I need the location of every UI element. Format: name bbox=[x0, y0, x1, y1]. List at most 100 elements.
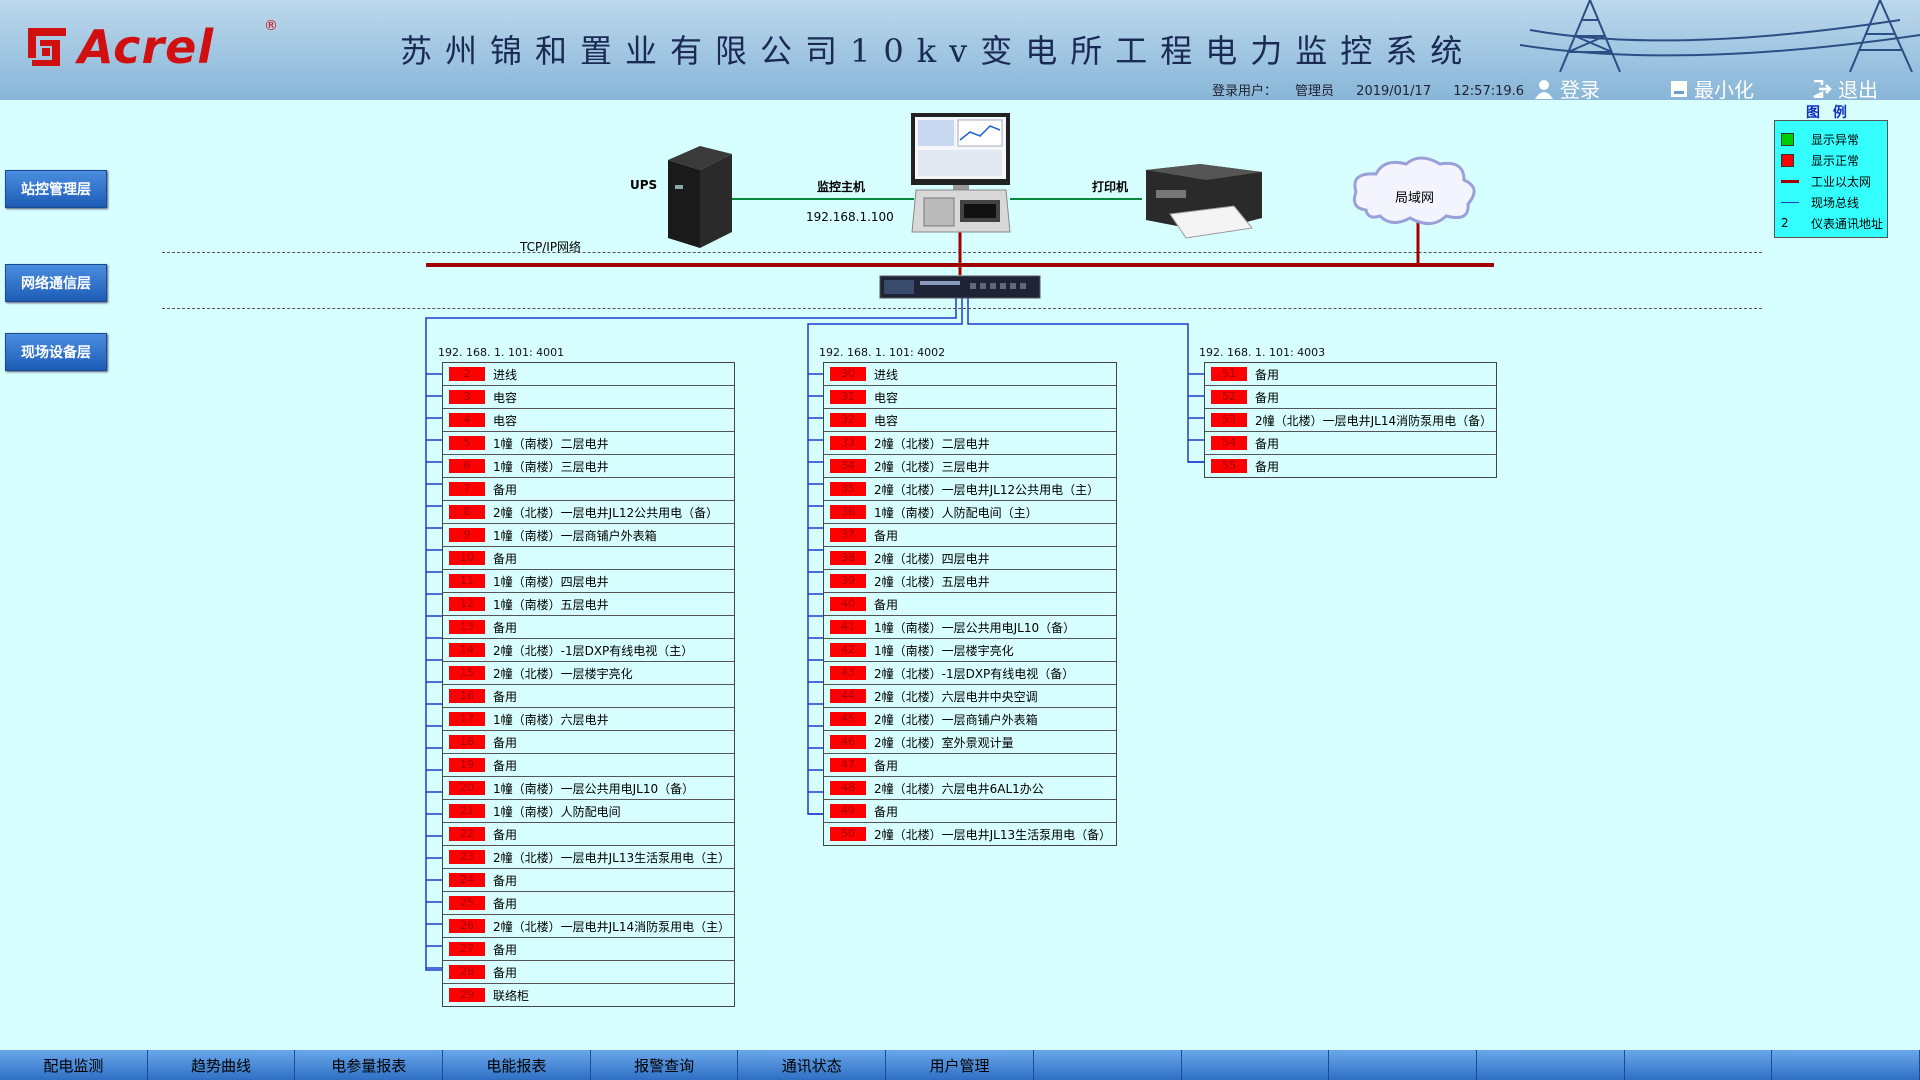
device-row[interactable]: 25 备用 bbox=[443, 892, 734, 915]
device-address-badge[interactable]: 45 bbox=[830, 712, 866, 726]
device-name[interactable]: 2幢（北楼）六层电井中央空调 bbox=[874, 688, 1038, 705]
device-row[interactable]: 38 2幢（北楼）四层电井 bbox=[824, 547, 1116, 570]
device-row[interactable]: 19 备用 bbox=[443, 754, 734, 777]
device-name[interactable]: 2幢（北楼）一层电井JL12公共用电（主） bbox=[874, 481, 1099, 498]
device-row[interactable]: 54 备用 bbox=[1205, 432, 1496, 455]
device-name[interactable]: 2幢（北楼）一层电井JL14消防泵用电（主） bbox=[493, 918, 730, 935]
device-name[interactable]: 1幢（南楼）一层楼宇亮化 bbox=[874, 642, 1014, 659]
device-name[interactable]: 备用 bbox=[493, 872, 517, 889]
device-address-badge[interactable]: 7 bbox=[449, 482, 485, 496]
device-row[interactable]: 22 备用 bbox=[443, 823, 734, 846]
device-name[interactable]: 2幢（北楼）一层电井JL13生活泵用电（备） bbox=[874, 826, 1111, 843]
device-address-badge[interactable]: 37 bbox=[830, 528, 866, 542]
device-address-badge[interactable]: 10 bbox=[449, 551, 485, 565]
device-row[interactable]: 39 2幢（北楼）五层电井 bbox=[824, 570, 1116, 593]
device-address-badge[interactable]: 11 bbox=[449, 574, 485, 588]
device-row[interactable]: 6 1幢（南楼）三层电井 bbox=[443, 455, 734, 478]
device-address-badge[interactable]: 2 bbox=[449, 367, 485, 381]
device-row[interactable]: 32 电容 bbox=[824, 409, 1116, 432]
device-row[interactable]: 51 备用 bbox=[1205, 363, 1496, 386]
device-name[interactable]: 2幢（北楼）二层电井 bbox=[874, 435, 990, 452]
device-name[interactable]: 1幢（南楼）人防配电间 bbox=[493, 803, 621, 820]
device-row[interactable]: 24 备用 bbox=[443, 869, 734, 892]
device-row[interactable]: 3 电容 bbox=[443, 386, 734, 409]
device-name[interactable]: 2幢（北楼）四层电井 bbox=[874, 550, 990, 567]
device-name[interactable]: 2幢（北楼）六层电井6AL1办公 bbox=[874, 780, 1044, 797]
device-name[interactable]: 电容 bbox=[874, 389, 898, 406]
device-row[interactable]: 47 备用 bbox=[824, 754, 1116, 777]
device-name[interactable]: 2幢（北楼）一层电井JL12公共用电（备） bbox=[493, 504, 718, 521]
device-address-badge[interactable]: 48 bbox=[830, 781, 866, 795]
device-address-badge[interactable]: 33 bbox=[830, 436, 866, 450]
device-name[interactable]: 2幢（北楼）五层电井 bbox=[874, 573, 990, 590]
device-address-badge[interactable]: 55 bbox=[1211, 459, 1247, 473]
device-name[interactable]: 备用 bbox=[874, 527, 898, 544]
device-row[interactable]: 45 2幢（北楼）一层商铺户外表箱 bbox=[824, 708, 1116, 731]
device-name[interactable]: 1幢（南楼）一层公共用电JL10（备） bbox=[493, 780, 694, 797]
device-row[interactable]: 50 2幢（北楼）一层电井JL13生活泵用电（备） bbox=[824, 823, 1116, 845]
device-name[interactable]: 备用 bbox=[1255, 389, 1279, 406]
device-row[interactable]: 17 1幢（南楼）六层电井 bbox=[443, 708, 734, 731]
device-address-badge[interactable]: 28 bbox=[449, 965, 485, 979]
device-address-badge[interactable]: 34 bbox=[830, 459, 866, 473]
device-name[interactable]: 备用 bbox=[874, 757, 898, 774]
device-address-badge[interactable]: 49 bbox=[830, 804, 866, 818]
device-row[interactable]: 11 1幢（南楼）四层电井 bbox=[443, 570, 734, 593]
device-address-badge[interactable]: 23 bbox=[449, 850, 485, 864]
device-address-badge[interactable]: 3 bbox=[449, 390, 485, 404]
device-row[interactable]: 41 1幢（南楼）一层公共用电JL10（备） bbox=[824, 616, 1116, 639]
device-name[interactable]: 2幢（北楼）一层商铺户外表箱 bbox=[874, 711, 1038, 728]
device-address-badge[interactable]: 50 bbox=[830, 827, 866, 841]
device-row[interactable]: 53 2幢（北楼）一层电井JL14消防泵用电（备） bbox=[1205, 409, 1496, 432]
device-name[interactable]: 1幢（南楼）四层电井 bbox=[493, 573, 609, 590]
device-name[interactable]: 备用 bbox=[1255, 366, 1279, 383]
nav-tab[interactable]: 电参量报表 bbox=[295, 1050, 444, 1080]
device-address-badge[interactable]: 29 bbox=[449, 988, 485, 1002]
device-address-badge[interactable]: 18 bbox=[449, 735, 485, 749]
device-address-badge[interactable]: 54 bbox=[1211, 436, 1247, 450]
device-row[interactable]: 28 备用 bbox=[443, 961, 734, 984]
device-address-badge[interactable]: 41 bbox=[830, 620, 866, 634]
device-name[interactable]: 备用 bbox=[493, 688, 517, 705]
device-row[interactable]: 7 备用 bbox=[443, 478, 734, 501]
device-address-badge[interactable]: 24 bbox=[449, 873, 485, 887]
device-name[interactable]: 1幢（南楼）三层电井 bbox=[493, 458, 609, 475]
device-row[interactable]: 4 电容 bbox=[443, 409, 734, 432]
device-address-badge[interactable]: 4 bbox=[449, 413, 485, 427]
device-name[interactable]: 2幢（北楼）三层电井 bbox=[874, 458, 990, 475]
device-name[interactable]: 备用 bbox=[874, 596, 898, 613]
device-address-badge[interactable]: 15 bbox=[449, 666, 485, 680]
device-address-badge[interactable]: 52 bbox=[1211, 390, 1247, 404]
device-address-badge[interactable]: 31 bbox=[830, 390, 866, 404]
device-name[interactable]: 备用 bbox=[493, 964, 517, 981]
device-address-badge[interactable]: 21 bbox=[449, 804, 485, 818]
device-row[interactable]: 52 备用 bbox=[1205, 386, 1496, 409]
device-row[interactable]: 12 1幢（南楼）五层电井 bbox=[443, 593, 734, 616]
device-name[interactable]: 1幢（南楼）五层电井 bbox=[493, 596, 609, 613]
device-row[interactable]: 27 备用 bbox=[443, 938, 734, 961]
device-name[interactable]: 1幢（南楼）一层公共用电JL10（备） bbox=[874, 619, 1075, 636]
device-address-badge[interactable]: 5 bbox=[449, 436, 485, 450]
device-name[interactable]: 备用 bbox=[1255, 435, 1279, 452]
device-name[interactable]: 2幢（北楼）一层楼宇亮化 bbox=[493, 665, 633, 682]
device-row[interactable]: 42 1幢（南楼）一层楼宇亮化 bbox=[824, 639, 1116, 662]
device-row[interactable]: 43 2幢（北楼）-1层DXP有线电视（备） bbox=[824, 662, 1116, 685]
device-name[interactable]: 备用 bbox=[874, 803, 898, 820]
device-name[interactable]: 1幢（南楼）人防配电间（主） bbox=[874, 504, 1038, 521]
device-name[interactable]: 备用 bbox=[493, 757, 517, 774]
device-address-badge[interactable]: 40 bbox=[830, 597, 866, 611]
device-address-badge[interactable]: 26 bbox=[449, 919, 485, 933]
device-row[interactable]: 35 2幢（北楼）一层电井JL12公共用电（主） bbox=[824, 478, 1116, 501]
device-name[interactable]: 2幢（北楼）一层电井JL14消防泵用电（备） bbox=[1255, 412, 1492, 429]
device-address-badge[interactable]: 30 bbox=[830, 367, 866, 381]
device-address-badge[interactable]: 12 bbox=[449, 597, 485, 611]
device-row[interactable]: 26 2幢（北楼）一层电井JL14消防泵用电（主） bbox=[443, 915, 734, 938]
device-address-badge[interactable]: 22 bbox=[449, 827, 485, 841]
device-address-badge[interactable]: 25 bbox=[449, 896, 485, 910]
device-row[interactable]: 16 备用 bbox=[443, 685, 734, 708]
device-name[interactable]: 1幢（南楼）二层电井 bbox=[493, 435, 609, 452]
device-row[interactable]: 36 1幢（南楼）人防配电间（主） bbox=[824, 501, 1116, 524]
device-address-badge[interactable]: 35 bbox=[830, 482, 866, 496]
device-address-badge[interactable]: 16 bbox=[449, 689, 485, 703]
nav-tab[interactable]: 电能报表 bbox=[443, 1050, 591, 1080]
